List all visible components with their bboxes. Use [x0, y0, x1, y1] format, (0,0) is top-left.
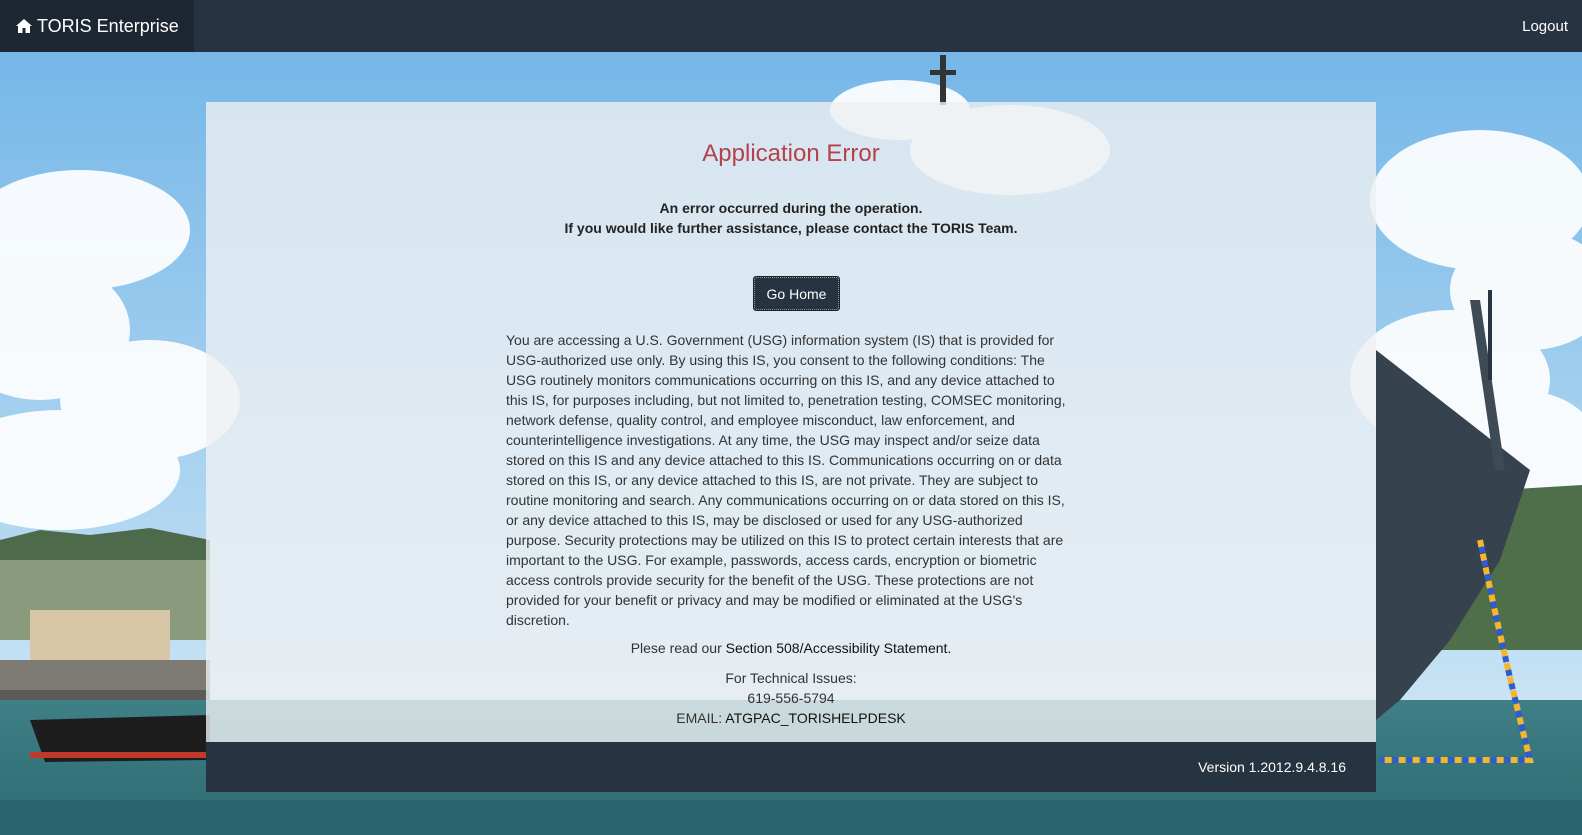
go-home-button[interactable]: Go Home [753, 276, 840, 311]
support-email-link[interactable]: ATGPAC_TORISHELPDESK [725, 710, 906, 726]
content-panel: Application Error An error occurred duri… [206, 102, 1376, 742]
home-icon [15, 17, 33, 35]
accessibility-statement-line: Plese read our Section 508/Accessibility… [506, 638, 1076, 658]
usg-notice-text: You are accessing a U.S. Government (USG… [506, 332, 1066, 628]
support-email-line: EMAIL: ATGPAC_TORISHELPDESK [506, 708, 1076, 728]
version-label: Version 1.2012.9.4.8.16 [1198, 759, 1346, 775]
technical-issues-heading: For Technical Issues: [725, 670, 857, 686]
error-message-line-2: If you would like further assistance, pl… [564, 220, 1018, 236]
support-phone: 619-556-5794 [747, 690, 835, 706]
error-message-line-1: An error occurred during the operation. [659, 200, 923, 216]
top-navbar: TORIS Enterprise Logout [0, 0, 1582, 52]
panel-footer: Version 1.2012.9.4.8.16 [206, 742, 1376, 792]
accessibility-statement-link[interactable]: Section 508/Accessibility Statement. [726, 640, 952, 656]
technical-contact: For Technical Issues: 619-556-5794 EMAIL… [506, 668, 1076, 728]
accessibility-prefix: Plese read our [630, 640, 726, 656]
logout-link[interactable]: Logout [1522, 0, 1568, 52]
brand-home-link[interactable]: TORIS Enterprise [0, 0, 194, 52]
page-title: Application Error [702, 140, 880, 167]
brand-label: TORIS Enterprise [37, 15, 179, 36]
email-label: EMAIL: [676, 710, 726, 726]
error-message: An error occurred during the operation. … [506, 198, 1076, 238]
